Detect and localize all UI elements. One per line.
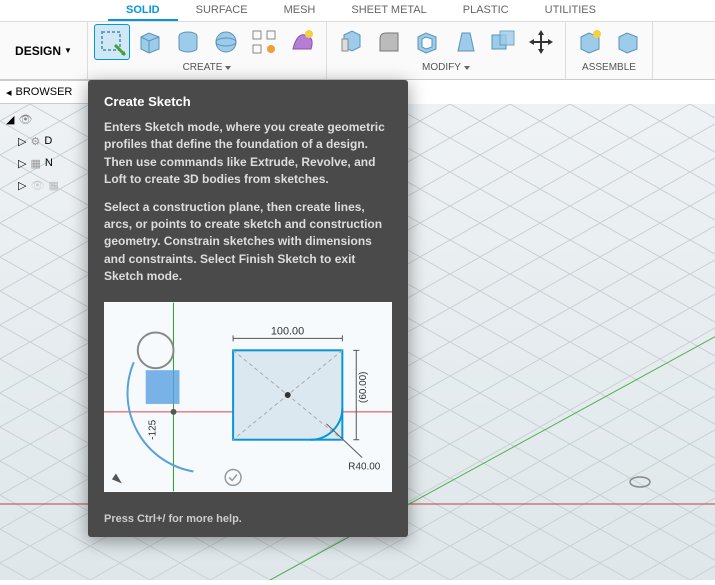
create-sketch-button[interactable]	[94, 24, 130, 60]
group-label-modify[interactable]: MODIFY	[422, 60, 470, 75]
ribbon-group-assemble: ASSEMBLE	[566, 22, 653, 79]
tab-solid[interactable]: SOLID	[108, 0, 178, 21]
sketch-icon	[97, 27, 127, 57]
svg-text:(60.00): (60.00)	[358, 371, 369, 402]
folder-icon: ▦	[30, 157, 40, 170]
expand-icon[interactable]: ▷	[18, 135, 26, 148]
expand-icon[interactable]: ▷	[18, 157, 26, 170]
create-box-button[interactable]	[132, 24, 168, 60]
gear-icon: ⚙	[30, 135, 40, 148]
press-pull-icon	[336, 27, 366, 57]
eye-off-icon[interactable]: 👁	[30, 179, 44, 192]
chevron-left-icon: ◂	[6, 86, 12, 99]
svg-text:100.00: 100.00	[271, 325, 304, 337]
fillet-button[interactable]	[371, 24, 407, 60]
expand-icon[interactable]: ▷	[18, 179, 26, 192]
group-label-create[interactable]: CREATE	[183, 60, 232, 75]
tab-plastic[interactable]: PLASTIC	[445, 0, 527, 21]
chevron-down-icon	[225, 66, 231, 70]
tab-mesh[interactable]: MESH	[266, 0, 334, 21]
draft-button[interactable]	[447, 24, 483, 60]
tooltip-title: Create Sketch	[104, 94, 392, 109]
box-icon	[135, 27, 165, 57]
tooltip-create-sketch: Create Sketch Enters Sketch mode, where …	[88, 80, 408, 537]
new-component-button[interactable]	[572, 24, 608, 60]
create-torus-button[interactable]	[246, 24, 282, 60]
group-label-assemble: ASSEMBLE	[582, 60, 636, 75]
fillet-icon	[374, 27, 404, 57]
browser-tree: ◢ 👁 ▷ ⚙ D ▷ ▦ N ▷ 👁 ▦	[0, 104, 90, 200]
tab-sheet-metal[interactable]: SHEET METAL	[333, 0, 444, 21]
draft-icon	[450, 27, 480, 57]
ribbon-group-modify: MODIFY	[327, 22, 566, 79]
tree-item-label: D	[44, 135, 52, 147]
tooltip-paragraph: Enters Sketch mode, where you create geo…	[104, 119, 392, 189]
shell-icon	[412, 27, 442, 57]
chevron-down-icon: ▼	[64, 46, 72, 55]
tree-row[interactable]: ▷ ▦ N	[4, 152, 86, 174]
ribbon-tabs: SOLID SURFACE MESH SHEET METAL PLASTIC U…	[0, 0, 715, 22]
create-sphere-button[interactable]	[208, 24, 244, 60]
eye-icon[interactable]: 👁	[18, 113, 32, 126]
joint-button[interactable]	[610, 24, 646, 60]
tooltip-preview-image: 100.00 (60.00) R40.00 -125	[104, 302, 392, 492]
tree-row[interactable]: ▷ 👁 ▦	[4, 174, 86, 196]
svg-text:R40.00: R40.00	[348, 461, 380, 472]
tab-surface[interactable]: SURFACE	[178, 0, 266, 21]
ribbon-group-create: CREATE	[88, 22, 327, 79]
workspace-switcher[interactable]: DESIGN ▼	[0, 22, 88, 79]
form-icon	[287, 27, 317, 57]
shell-button[interactable]	[409, 24, 445, 60]
tooltip-footer: Press Ctrl+/ for more help.	[104, 513, 392, 525]
tree-row[interactable]: ▷ ⚙ D	[4, 130, 86, 152]
joint-icon	[613, 27, 643, 57]
workspace-label: DESIGN	[15, 44, 61, 58]
create-coil-button[interactable]	[284, 24, 320, 60]
pattern-icon	[249, 27, 279, 57]
ribbon-toolbar: DESIGN ▼ CREATE	[0, 22, 715, 80]
create-cylinder-button[interactable]	[170, 24, 206, 60]
tree-row-root[interactable]: ◢ 👁	[4, 108, 86, 130]
combine-button[interactable]	[485, 24, 521, 60]
folder-icon: ▦	[48, 179, 58, 192]
tab-utilities[interactable]: UTILITIES	[527, 0, 614, 21]
tooltip-paragraph: Select a construction plane, then create…	[104, 199, 392, 286]
browser-panel-header[interactable]: ◂ BROWSER	[0, 80, 90, 104]
browser-label: BROWSER	[16, 86, 73, 98]
tree-item-label: N	[45, 157, 53, 169]
combine-icon	[488, 27, 518, 57]
move-button[interactable]	[523, 24, 559, 60]
component-icon	[575, 27, 605, 57]
sphere-icon	[211, 27, 241, 57]
chevron-down-icon	[464, 66, 470, 70]
press-pull-button[interactable]	[333, 24, 369, 60]
move-icon	[526, 27, 556, 57]
svg-text:-125: -125	[148, 419, 159, 439]
cylinder-icon	[173, 27, 203, 57]
chevron-down-icon: ◢	[6, 113, 14, 126]
